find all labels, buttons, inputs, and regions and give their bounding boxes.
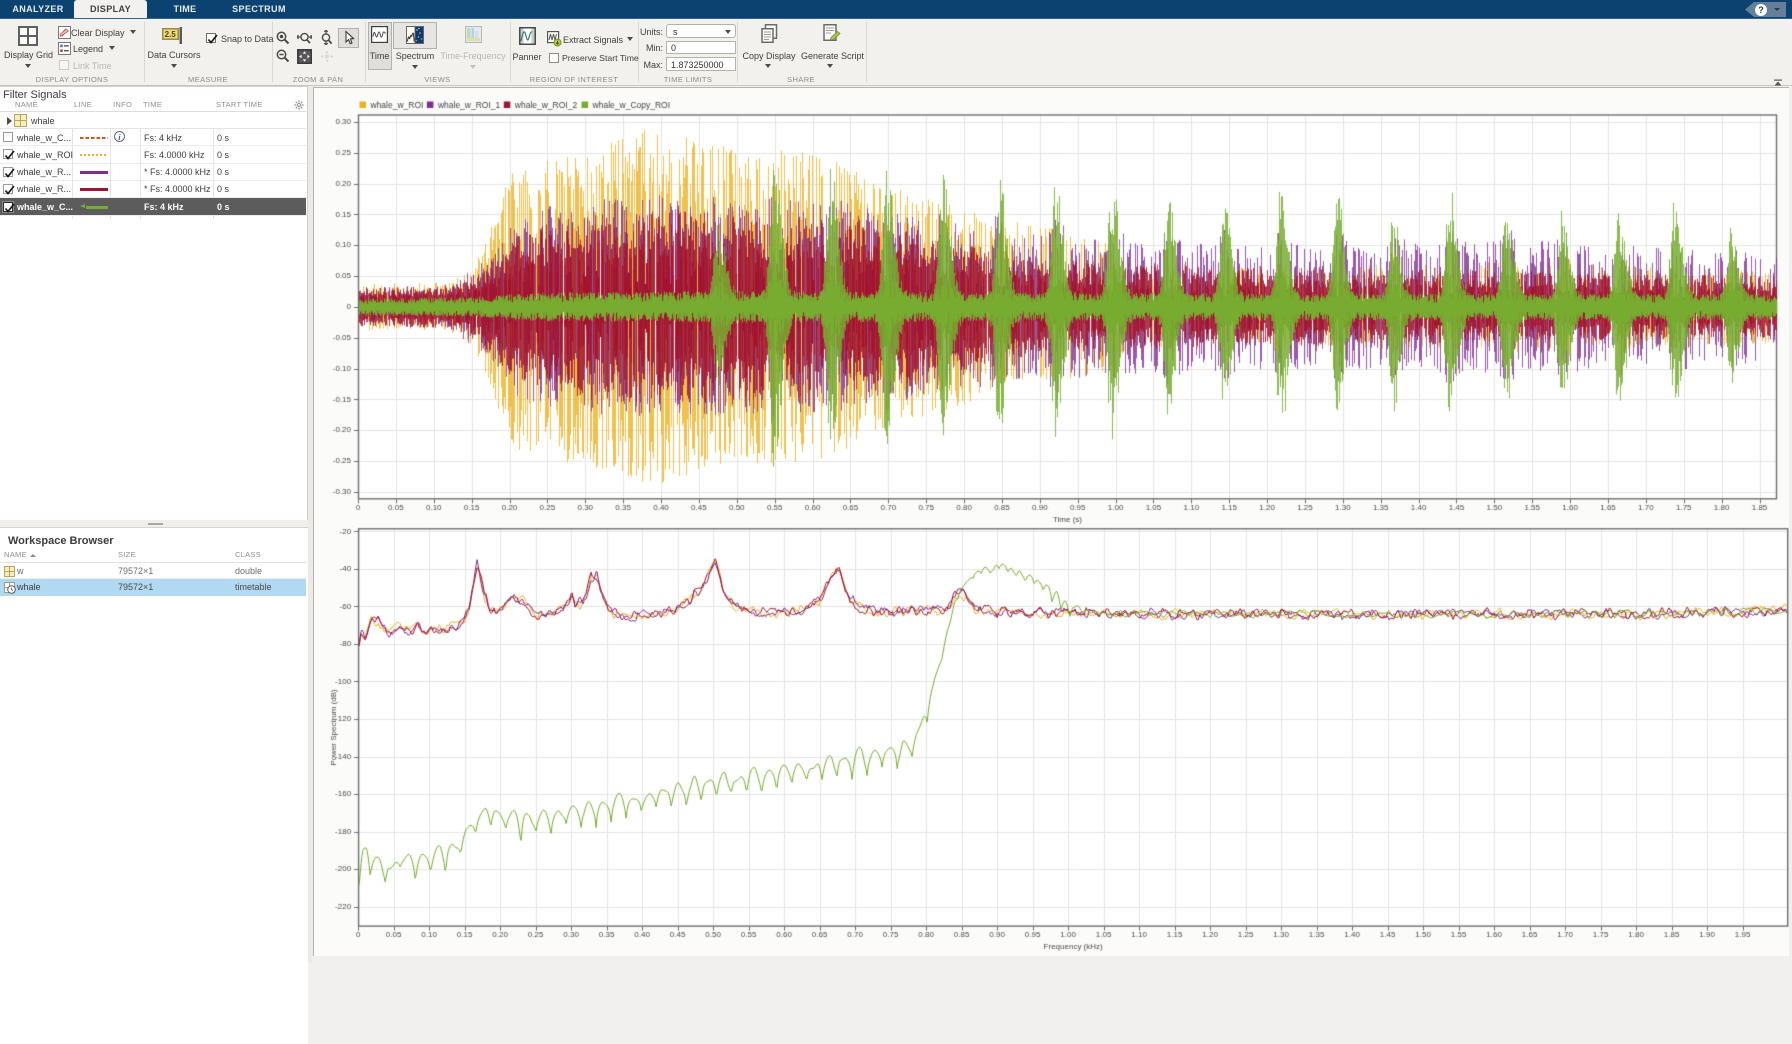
svg-text:2.5: 2.5: [165, 30, 177, 39]
